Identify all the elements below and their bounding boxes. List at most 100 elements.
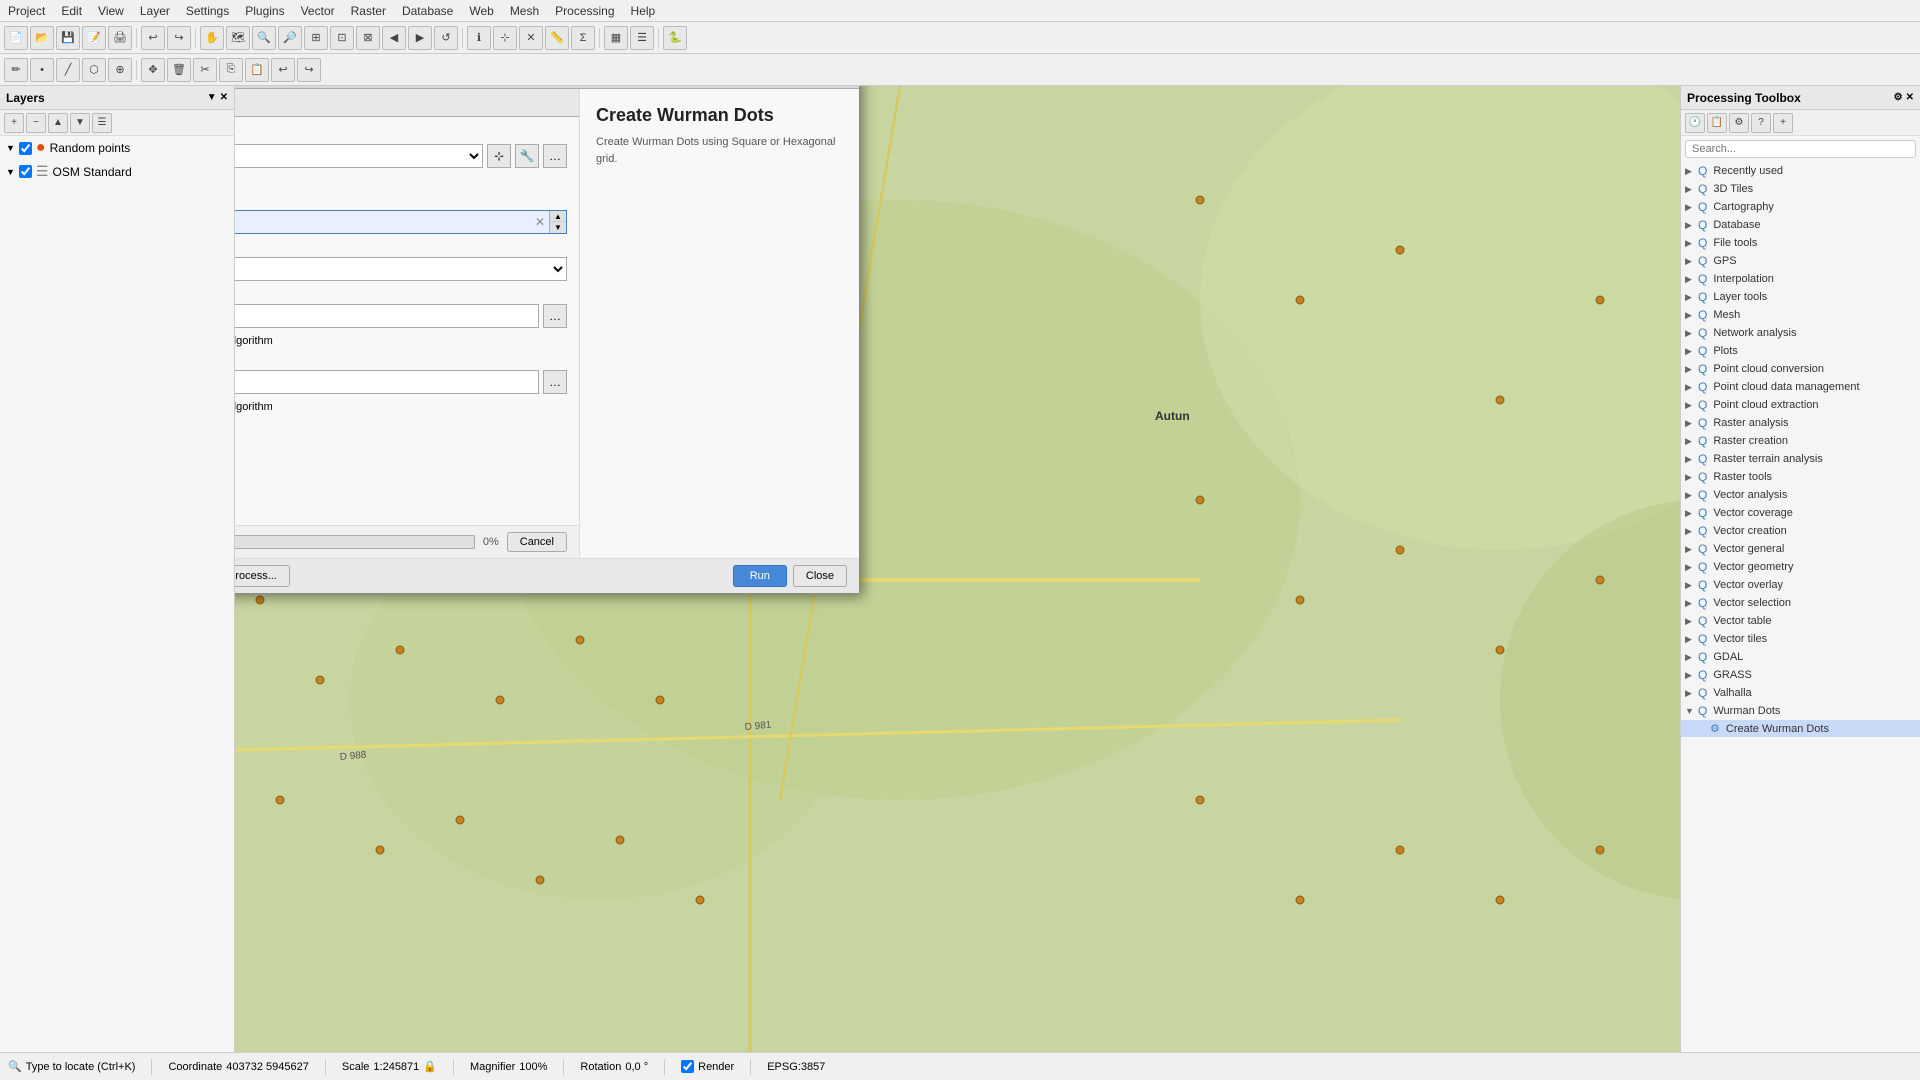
remove-layer-btn[interactable]: − [26,113,46,133]
layer-visibility-random[interactable] [19,142,32,155]
save-project-btn[interactable]: 💾 [56,26,80,50]
new-project-btn[interactable]: 📄 [4,26,28,50]
move-layer-down-btn[interactable]: ▼ [70,113,90,133]
edit-btn[interactable]: ✏ [4,58,28,82]
tree-item-file-tools[interactable]: ▶QFile tools [1681,234,1920,252]
tree-item-3d-tiles[interactable]: ▶Q3D Tiles [1681,180,1920,198]
menu-help[interactable]: Help [623,2,664,20]
menu-edit[interactable]: Edit [53,2,90,20]
deselect-btn[interactable]: ✕ [519,26,543,50]
locate-tool[interactable]: 🔍 Type to locate (Ctrl+K) [8,1060,135,1073]
scale-lock-icon[interactable]: 🔒 [423,1060,437,1073]
grid-cell-size-up-btn[interactable]: ▲ [550,211,566,222]
layer-item-random-points[interactable]: ▼ ● Random points [0,136,234,160]
processing-help-btn[interactable]: ? [1751,113,1771,133]
pan-map-btn[interactable]: 🗺 [226,26,250,50]
layers-close-btn[interactable]: ✕ [220,92,228,103]
tree-item-network-analysis[interactable]: ▶QNetwork analysis [1681,324,1920,342]
measure-btn[interactable]: 📏 [545,26,569,50]
undo-edit-btn[interactable]: ↩ [271,58,295,82]
tree-item-point-cloud-extraction[interactable]: ▶QPoint cloud extraction [1681,396,1920,414]
processing-close-btn[interactable]: ✕ [1906,92,1914,103]
zoom-last-btn[interactable]: ◀ [382,26,406,50]
zoom-selection-btn[interactable]: ⊠ [356,26,380,50]
tree-item-recently-used[interactable]: ▶QRecently used [1681,162,1920,180]
processing-search-input[interactable] [1685,140,1916,158]
render-checkbox[interactable] [681,1060,694,1073]
attribute-table-btn[interactable]: ☰ [630,26,654,50]
layer-diagram-btn[interactable]: ▦ [604,26,628,50]
layer-visibility-osm[interactable] [19,165,32,178]
redo-edit-btn[interactable]: ↪ [297,58,321,82]
identify-btn[interactable]: ℹ [467,26,491,50]
layers-collapse-btn[interactable]: ▼ [207,92,217,103]
zoom-full-btn[interactable]: ⊞ [304,26,328,50]
tree-item-point-cloud-data-management[interactable]: ▶QPoint cloud data management [1681,378,1920,396]
menu-vector[interactable]: Vector [293,2,343,20]
add-line-btn[interactable]: ╱ [56,58,80,82]
move-feature-btn[interactable]: ✥ [141,58,165,82]
menu-database[interactable]: Database [394,2,461,20]
menu-mesh[interactable]: Mesh [502,2,547,20]
menu-project[interactable]: Project [0,2,53,20]
zoom-in-btn[interactable]: 🔍 [252,26,276,50]
tree-item-vector-geometry[interactable]: ▶QVector geometry [1681,558,1920,576]
tree-item-vector-general[interactable]: ▶QVector general [1681,540,1920,558]
cut-features-btn[interactable]: ✂ [193,58,217,82]
epsg-display[interactable]: EPSG:3857 [767,1061,825,1073]
pan-btn[interactable]: ✋ [200,26,224,50]
menu-raster[interactable]: Raster [343,2,394,20]
cancel-progress-btn[interactable]: Cancel [507,532,567,552]
save-as-btn[interactable]: 📝 [82,26,106,50]
processing-settings-btn[interactable]: ⚙ [1729,113,1749,133]
grid-cell-size-clear-icon[interactable]: ✕ [531,215,549,229]
processing-options-btn[interactable]: ⚙ [1894,92,1903,103]
tree-item-vector-table[interactable]: ▶QVector table [1681,612,1920,630]
add-point-btn[interactable]: • [30,58,54,82]
menu-layer[interactable]: Layer [132,2,178,20]
tree-item-vector-creation[interactable]: ▶QVector creation [1681,522,1920,540]
add-poly-btn[interactable]: ⬡ [82,58,106,82]
tree-item-create-wurman-dots[interactable]: ⚙Create Wurman Dots [1681,720,1920,737]
processing-results-btn[interactable]: 📋 [1707,113,1727,133]
layer-item-osm[interactable]: ▼ ☰ OSM Standard [0,160,234,183]
zoom-layer-btn[interactable]: ⊡ [330,26,354,50]
input-layer-zoom-btn[interactable]: 🔧 [515,144,539,168]
filter-layers-btn[interactable]: ☰ [92,113,112,133]
tree-item-raster-analysis[interactable]: ▶QRaster analysis [1681,414,1920,432]
processing-history-btn[interactable]: 🕐 [1685,113,1705,133]
undo-btn[interactable]: ↩ [141,26,165,50]
select-btn[interactable]: ⊹ [493,26,517,50]
variable-circles-browse-btn[interactable]: … [543,370,567,394]
tree-item-wurman-dots[interactable]: ▼QWurman Dots [1681,702,1920,720]
add-layer-btn[interactable]: + [4,113,24,133]
node-tool-btn[interactable]: ⊕ [108,58,132,82]
fixed-circles-browse-btn[interactable]: … [543,304,567,328]
tree-item-raster-creation[interactable]: ▶QRaster creation [1681,432,1920,450]
move-layer-up-btn[interactable]: ▲ [48,113,68,133]
tree-item-gdal[interactable]: ▶QGDAL [1681,648,1920,666]
render-status[interactable]: Render [681,1060,734,1073]
tree-item-mesh[interactable]: ▶QMesh [1681,306,1920,324]
grid-cell-size-down-btn[interactable]: ▼ [550,222,566,233]
paste-features-btn[interactable]: 📋 [245,58,269,82]
input-layer-more-btn[interactable]: … [543,144,567,168]
tree-item-cartography[interactable]: ▶QCartography [1681,198,1920,216]
tree-item-gps[interactable]: ▶QGPS [1681,252,1920,270]
print-btn[interactable]: 🖨 [108,26,132,50]
tree-item-interpolation[interactable]: ▶QInterpolation [1681,270,1920,288]
run-btn[interactable]: Run [733,565,787,587]
tree-item-valhalla[interactable]: ▶QValhalla [1681,684,1920,702]
menu-settings[interactable]: Settings [178,2,237,20]
tree-item-grass[interactable]: ▶QGRASS [1681,666,1920,684]
processing-new-model-btn[interactable]: + [1773,113,1793,133]
statistics-btn[interactable]: Σ [571,26,595,50]
python-console-btn[interactable]: 🐍 [663,26,687,50]
menu-web[interactable]: Web [461,2,501,20]
redo-btn[interactable]: ↪ [167,26,191,50]
menu-view[interactable]: View [90,2,132,20]
tree-item-point-cloud-conversion[interactable]: ▶QPoint cloud conversion [1681,360,1920,378]
menu-plugins[interactable]: Plugins [237,2,292,20]
tree-item-raster-terrain-analysis[interactable]: ▶QRaster terrain analysis [1681,450,1920,468]
close-dialog-btn[interactable]: Close [793,565,847,587]
